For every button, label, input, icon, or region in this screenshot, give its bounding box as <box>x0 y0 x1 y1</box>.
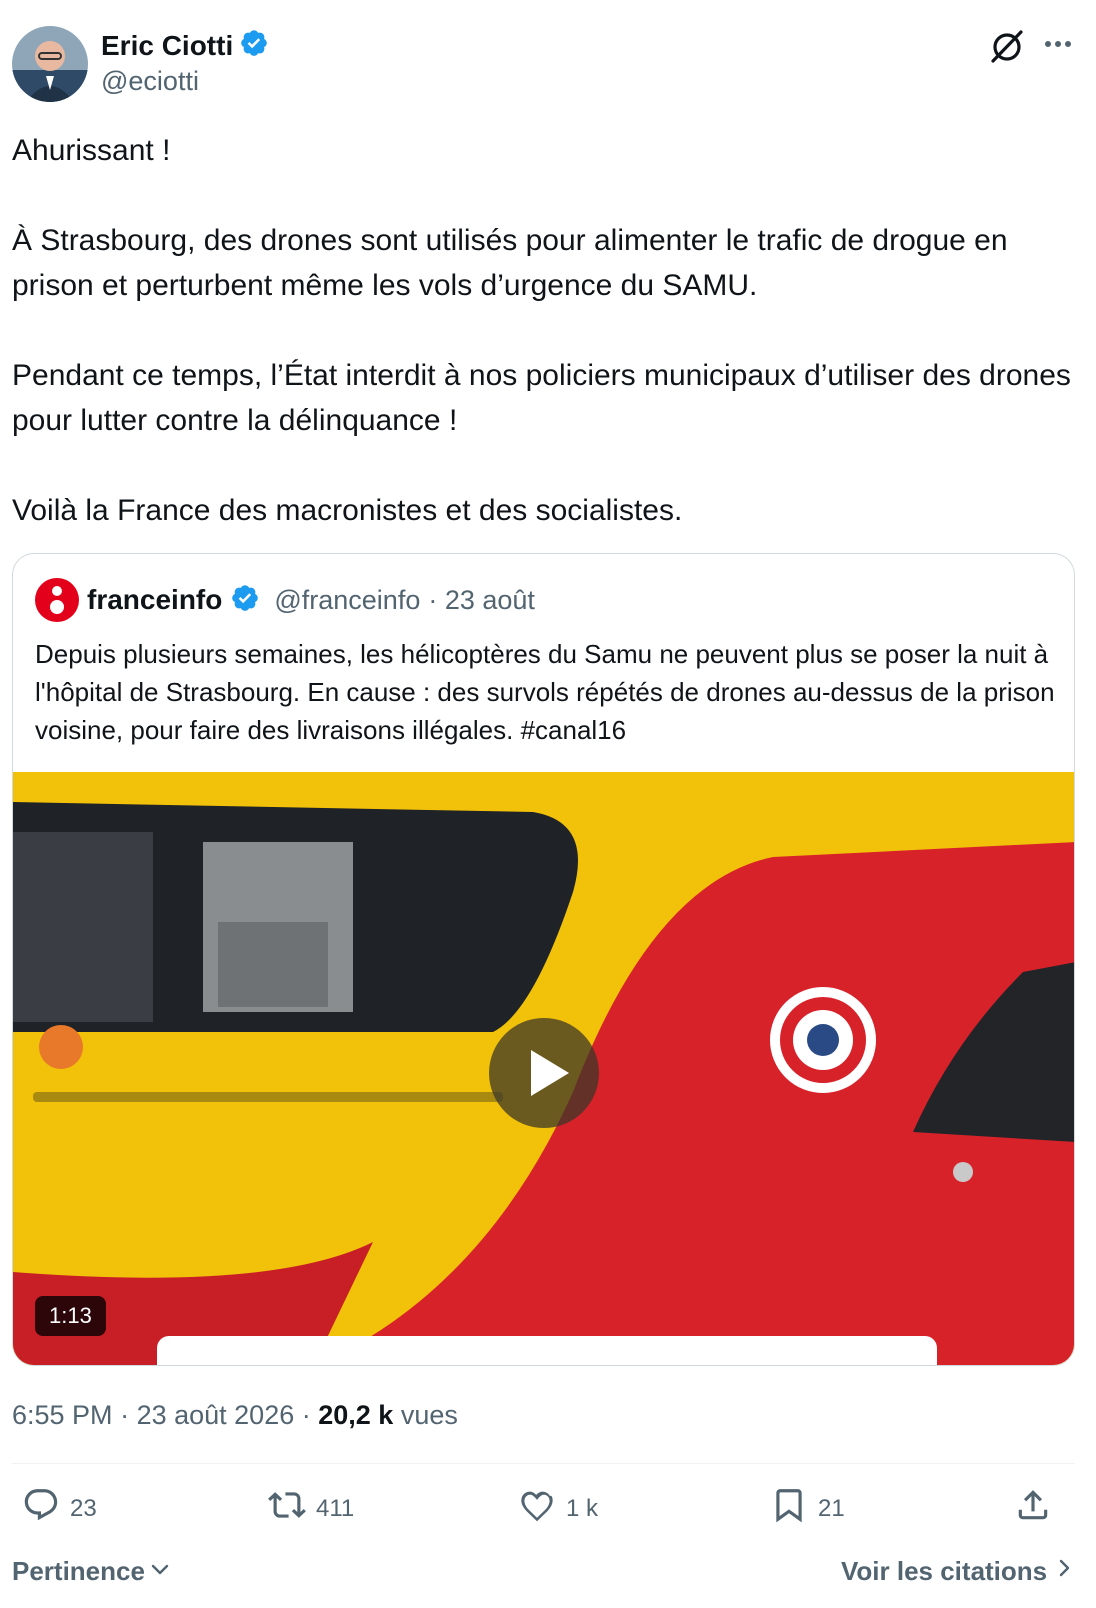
divider <box>12 1463 1075 1464</box>
author-handle[interactable]: @eciotti <box>101 66 199 97</box>
views-label: vues <box>400 1400 458 1430</box>
video-caption-bar <box>157 1336 937 1365</box>
author-name-row: Eric Ciotti <box>101 28 269 63</box>
chevron-right-icon <box>1057 1556 1073 1587</box>
bookmark-icon <box>770 1486 808 1531</box>
share-icon <box>1014 1486 1052 1531</box>
reply-icon <box>22 1486 60 1531</box>
views-count: 20,2 k <box>318 1400 394 1430</box>
tweet-line: Ahurissant ! <box>12 134 171 167</box>
tweet-line: À Strasbourg, des drones sont utilisés p… <box>12 224 1008 302</box>
sort-dropdown[interactable]: Pertinence <box>12 1556 171 1587</box>
author-name[interactable]: Eric Ciotti <box>101 30 233 62</box>
view-quotes-label: Voir les citations <box>841 1556 1048 1586</box>
tweet-date[interactable]: · 23 août 2026 · <box>120 1400 311 1430</box>
more-options-icon[interactable] <box>1041 30 1075 64</box>
tweet-time[interactable]: 6:55 PM <box>12 1400 113 1430</box>
quoted-author-name[interactable]: franceinfo <box>87 584 222 616</box>
bookmark-count: 21 <box>818 1494 845 1522</box>
reply-count: 23 <box>70 1494 97 1522</box>
play-button[interactable] <box>489 1018 599 1128</box>
verified-badge-icon <box>230 583 260 618</box>
repost-count: 411 <box>316 1494 355 1522</box>
heart-icon <box>518 1486 556 1531</box>
grok-icon[interactable] <box>987 26 1027 66</box>
repost-button[interactable]: 411 <box>268 1486 354 1531</box>
bookmark-button[interactable]: 21 <box>770 1486 845 1531</box>
view-quotes-link[interactable]: Voir les citations <box>841 1556 1073 1587</box>
tweet-line: Pendant ce temps, l’État interdit à nos … <box>12 359 1071 437</box>
quoted-tweet-date[interactable]: · 23 août <box>428 585 535 616</box>
franceinfo-logo-icon[interactable] <box>35 578 79 622</box>
quoted-author-handle[interactable]: @franceinfo <box>274 585 420 616</box>
verified-badge-icon <box>239 28 269 63</box>
author-avatar[interactable] <box>12 26 88 102</box>
sort-label: Pertinence <box>12 1556 145 1586</box>
chevron-down-icon <box>149 1556 171 1587</box>
like-button[interactable]: 1 k <box>518 1486 598 1531</box>
tweet-line: Voilà la France des macronistes et des s… <box>12 494 683 527</box>
tweet-text: Ahurissant ! À Strasbourg, des drones so… <box>12 128 1086 533</box>
video-duration: 1:13 <box>35 1296 106 1336</box>
repost-icon <box>268 1486 306 1531</box>
quoted-tweet-card[interactable]: franceinfo @franceinfo · 23 août Depuis … <box>12 553 1075 1366</box>
tweet-meta: 6:55 PM · 23 août 2026 · 20,2 k vues <box>12 1400 458 1431</box>
like-count: 1 k <box>566 1494 599 1522</box>
video-thumbnail[interactable]: 1:13 <box>13 772 1074 1365</box>
quoted-tweet-header: franceinfo @franceinfo · 23 août <box>35 578 535 622</box>
quoted-tweet-text: Depuis plusieurs semaines, les hélicoptè… <box>35 639 1055 745</box>
share-button[interactable] <box>1014 1486 1052 1531</box>
reply-button[interactable]: 23 <box>22 1486 97 1531</box>
